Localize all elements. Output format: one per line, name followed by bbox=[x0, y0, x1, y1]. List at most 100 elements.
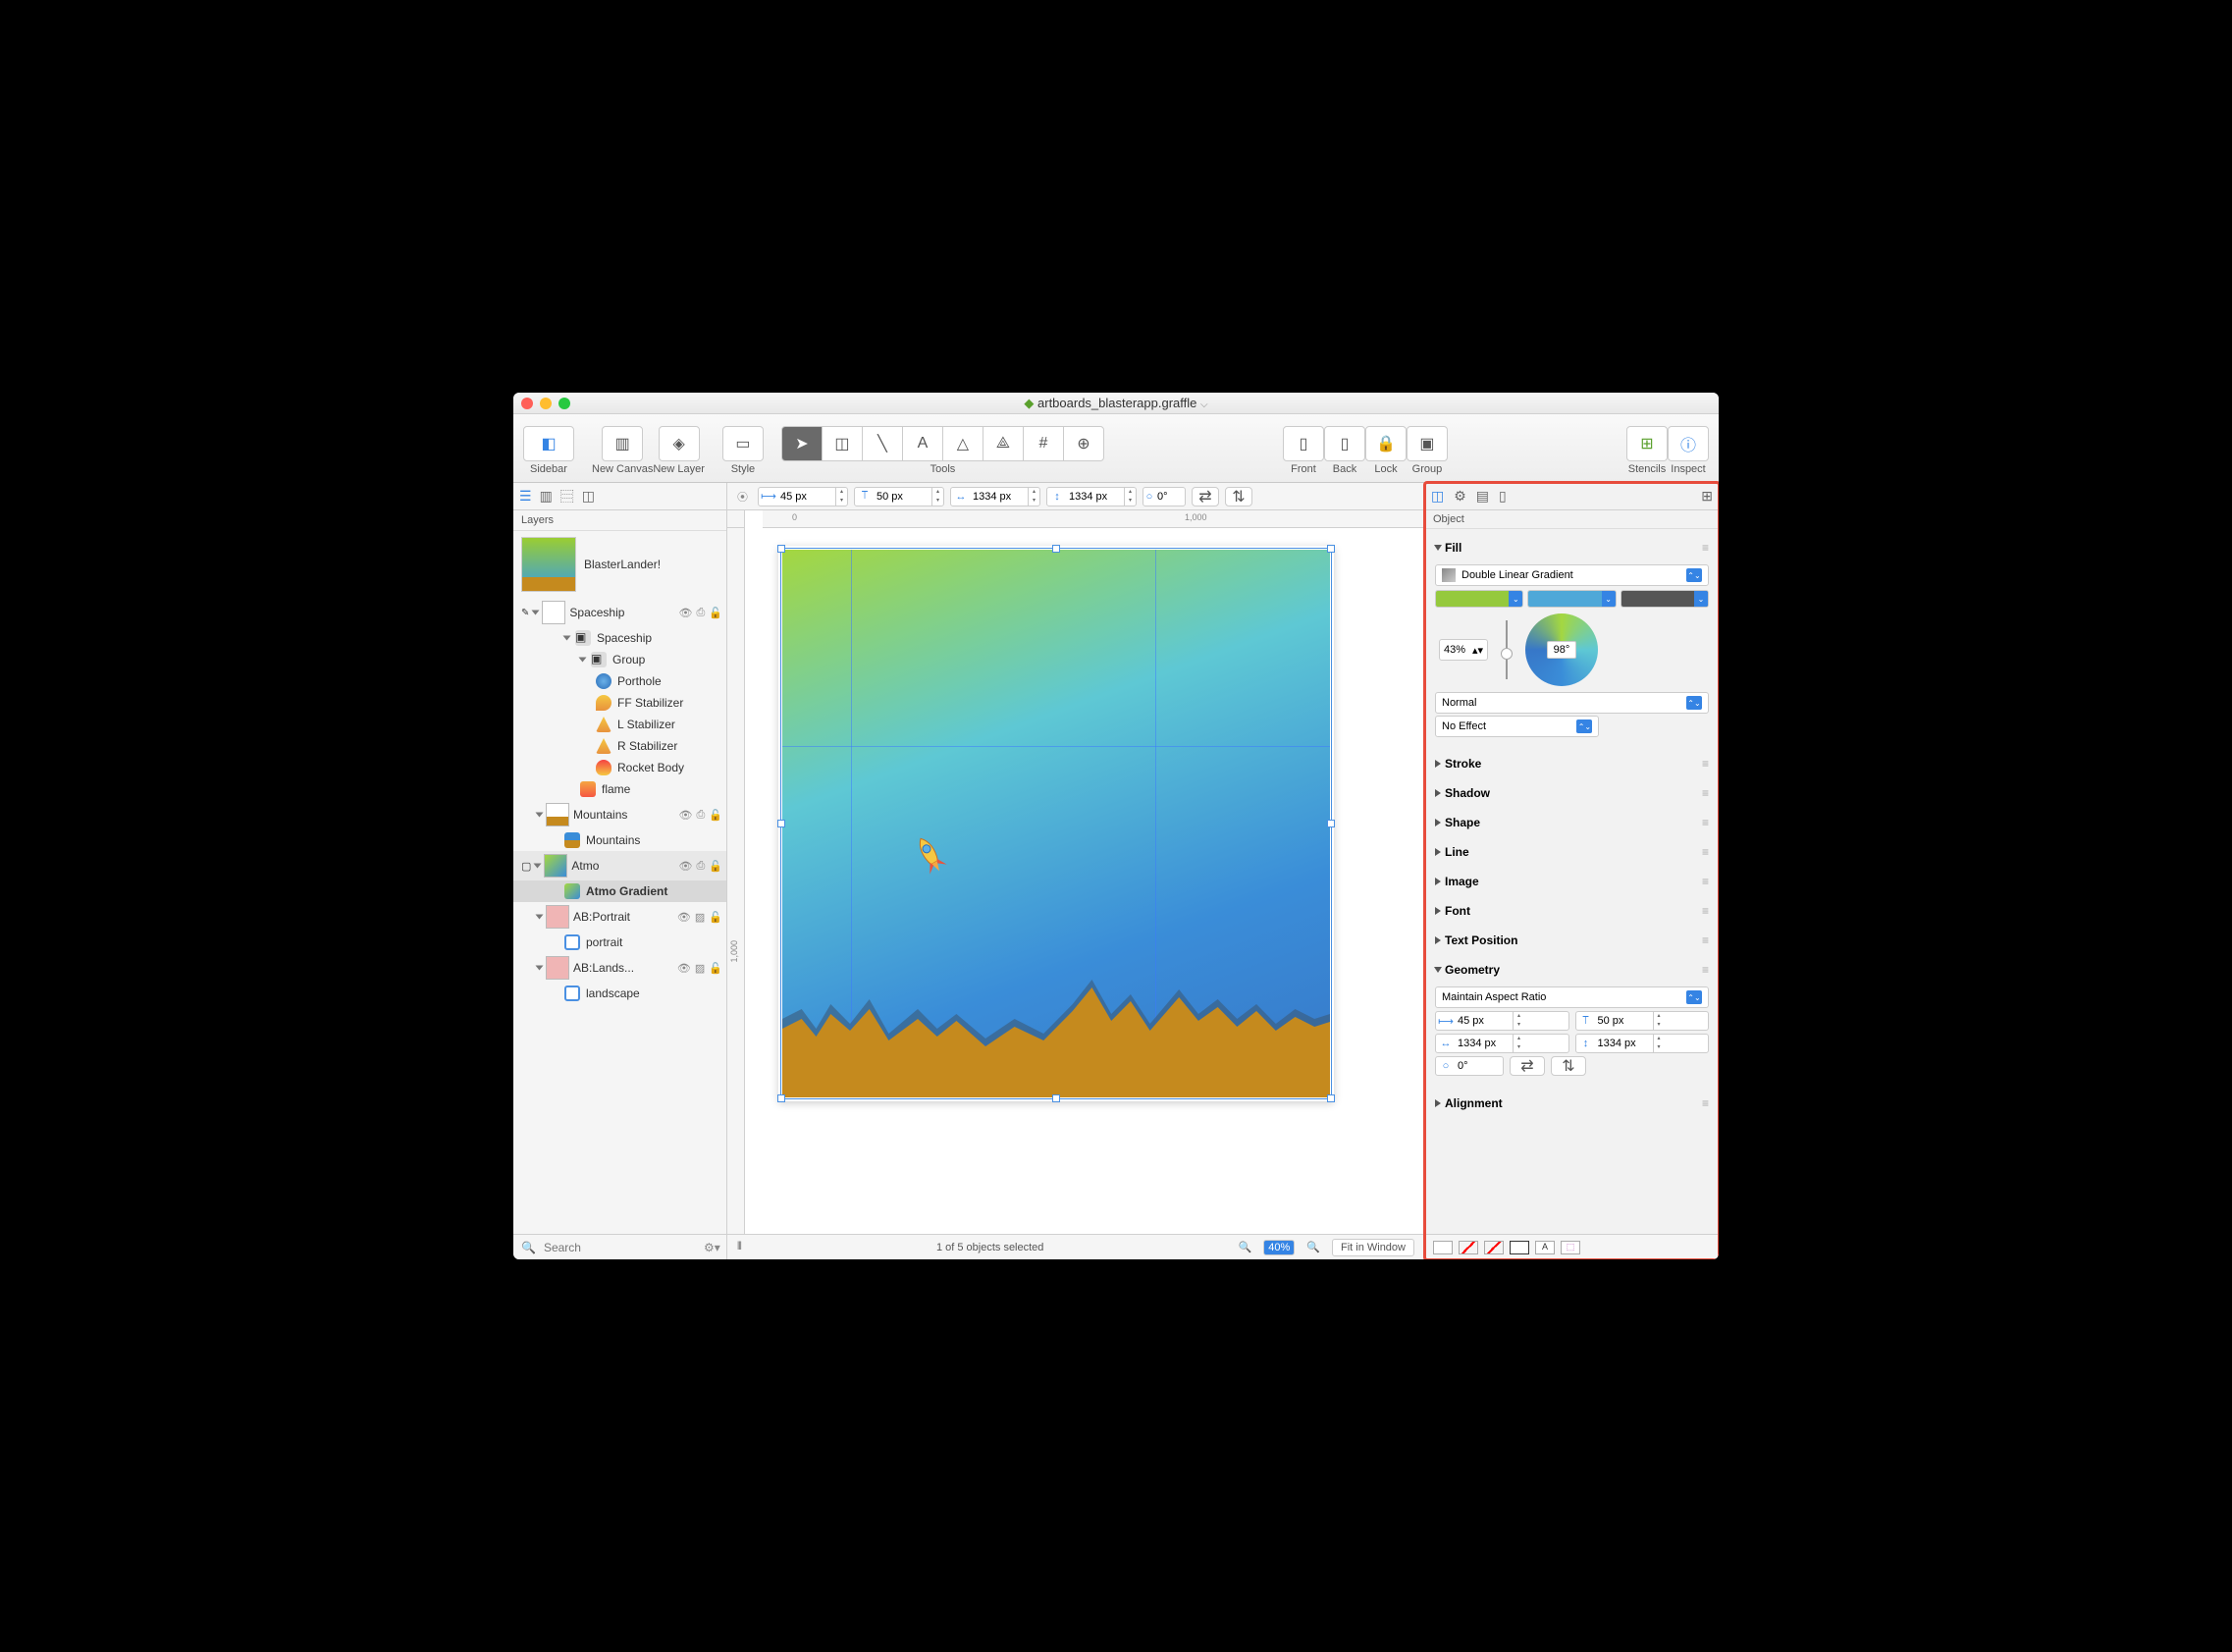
geo-height-field[interactable]: ↕▴▾ bbox=[1575, 1034, 1710, 1053]
grip-icon[interactable]: ≡ bbox=[1702, 875, 1709, 888]
style-well-shape[interactable] bbox=[1510, 1241, 1529, 1254]
stencils-button[interactable]: ⊞ bbox=[1626, 426, 1668, 461]
x-field[interactable]: ⟼▴▾ bbox=[758, 487, 848, 506]
gradient-color-1[interactable]: ⌄ bbox=[1435, 590, 1523, 608]
style-button[interactable]: ▭ bbox=[722, 426, 764, 461]
disclosure-icon[interactable] bbox=[563, 636, 571, 641]
style-well-shadow[interactable] bbox=[1484, 1241, 1504, 1254]
image-section-header[interactable]: Image≡ bbox=[1435, 869, 1709, 894]
tree-item[interactable]: flame bbox=[513, 778, 726, 800]
sidebar-toggle-button[interactable]: ◧ bbox=[523, 426, 574, 461]
origin-icon[interactable]: ⦿ bbox=[733, 489, 752, 505]
gradient-angle-wheel[interactable]: 98° bbox=[1525, 613, 1598, 686]
text-position-section-header[interactable]: Text Position≡ bbox=[1435, 928, 1709, 953]
tree-item[interactable]: Porthole bbox=[513, 670, 726, 692]
disclosure-icon[interactable] bbox=[536, 813, 544, 818]
zoom-out-icon[interactable]: 🔍 bbox=[1239, 1241, 1252, 1253]
gradient-color-3[interactable]: ⌄ bbox=[1621, 590, 1709, 608]
tree-item[interactable]: L Stabilizer bbox=[513, 714, 726, 735]
unlock-icon[interactable]: 🔓 bbox=[709, 911, 722, 924]
gradient-position-field[interactable]: 43%▴▾ bbox=[1439, 639, 1488, 661]
group-button[interactable]: ▣ bbox=[1407, 426, 1448, 461]
grip-icon[interactable]: ≡ bbox=[1702, 1096, 1709, 1110]
grip-icon[interactable]: ≡ bbox=[1702, 904, 1709, 918]
style-well-all[interactable]: ⬚ bbox=[1561, 1241, 1580, 1254]
print-icon[interactable]: ⎙ bbox=[696, 809, 705, 822]
resize-handle-n[interactable] bbox=[1052, 545, 1060, 553]
layers-tab-icon[interactable]: ☰ bbox=[519, 488, 532, 505]
layer-row-mountains[interactable]: Mountains 👁⎙🔓 bbox=[513, 800, 726, 829]
shadow-section-header[interactable]: Shadow≡ bbox=[1435, 780, 1709, 806]
geo-y-field[interactable]: ⟙▴▾ bbox=[1575, 1011, 1710, 1031]
tree-item[interactable]: portrait bbox=[513, 932, 726, 953]
flip-v-button[interactable]: ⇅ bbox=[1225, 487, 1252, 506]
disclosure-icon[interactable] bbox=[534, 864, 542, 869]
style-well-fill[interactable] bbox=[1433, 1241, 1453, 1254]
diagram-tool[interactable]: ⟁ bbox=[983, 426, 1024, 461]
gradient-slider[interactable] bbox=[1506, 620, 1508, 679]
guides-tab-icon[interactable]: ▥ bbox=[540, 488, 553, 505]
disclosure-icon[interactable] bbox=[536, 915, 544, 920]
grip-icon[interactable]: ≡ bbox=[1702, 933, 1709, 947]
unlock-icon[interactable]: 🔓 bbox=[709, 860, 722, 873]
style-well-stroke[interactable] bbox=[1459, 1241, 1478, 1254]
outline-tab-icon[interactable]: ⿳ bbox=[560, 487, 574, 506]
line-section-header[interactable]: Line≡ bbox=[1435, 839, 1709, 865]
eye-icon[interactable]: 👁 bbox=[677, 911, 691, 924]
grip-icon[interactable]: ≡ bbox=[1702, 786, 1709, 800]
layer-row-atmo[interactable]: ▢ Atmo 👁⎙🔓 bbox=[513, 851, 726, 880]
width-field[interactable]: ↔▴▾ bbox=[950, 487, 1040, 506]
artboard[interactable] bbox=[778, 546, 1334, 1101]
height-field[interactable]: ↕▴▾ bbox=[1046, 487, 1137, 506]
text-tool[interactable]: A bbox=[902, 426, 943, 461]
canvas-tab-icon[interactable]: ▤ bbox=[1476, 488, 1489, 505]
resize-handle-s[interactable] bbox=[1052, 1094, 1060, 1102]
flip-h-button[interactable]: ⇄ bbox=[1510, 1056, 1545, 1076]
grid-tab-icon[interactable]: ⊞ bbox=[1701, 488, 1713, 505]
resize-handle-se[interactable] bbox=[1327, 1094, 1335, 1102]
tree-item[interactable]: ▣Group bbox=[513, 649, 726, 670]
resize-handle-ne[interactable] bbox=[1327, 545, 1335, 553]
zoom-in-icon[interactable]: 🔍 bbox=[1306, 1241, 1320, 1253]
resize-handle-nw[interactable] bbox=[777, 545, 785, 553]
selection-tool[interactable]: ➤ bbox=[781, 426, 823, 461]
disclosure-icon[interactable] bbox=[532, 611, 540, 615]
tree-item-selected[interactable]: Atmo Gradient bbox=[513, 880, 726, 902]
unlock-icon[interactable]: 🔓 bbox=[709, 962, 722, 975]
canvas-viewport[interactable] bbox=[745, 528, 1424, 1234]
zoom-select[interactable]: 40% bbox=[1263, 1240, 1295, 1255]
shape-tool[interactable]: ◫ bbox=[822, 426, 863, 461]
disclosure-icon[interactable] bbox=[579, 658, 587, 663]
unlock-icon[interactable]: 🔓 bbox=[709, 607, 722, 619]
object-tab-icon[interactable]: ◫ bbox=[1431, 488, 1444, 505]
alignment-section-header[interactable]: Alignment≡ bbox=[1435, 1091, 1709, 1116]
flip-v-button[interactable]: ⇅ bbox=[1551, 1056, 1586, 1076]
geo-x-field[interactable]: ⟼▴▾ bbox=[1435, 1011, 1569, 1031]
grip-icon[interactable]: ≡ bbox=[1702, 963, 1709, 977]
fill-section-header[interactable]: Fill≡ bbox=[1435, 535, 1709, 560]
geo-rotation-field[interactable]: ○ bbox=[1435, 1056, 1504, 1076]
disclosure-icon[interactable] bbox=[536, 966, 544, 971]
aspect-ratio-dropdown[interactable]: Maintain Aspect Ratio⌃⌄ bbox=[1435, 986, 1709, 1008]
grip-icon[interactable]: ≡ bbox=[1702, 757, 1709, 771]
pen-tool[interactable]: △ bbox=[942, 426, 983, 461]
horizontal-ruler[interactable]: 0 1,000 bbox=[763, 510, 1424, 528]
lock-button[interactable]: 🔒 bbox=[1365, 426, 1407, 461]
resize-handle-w[interactable] bbox=[777, 820, 785, 827]
grid-tool[interactable]: # bbox=[1023, 426, 1064, 461]
stroke-section-header[interactable]: Stroke≡ bbox=[1435, 751, 1709, 776]
rotation-field[interactable]: ○ bbox=[1143, 487, 1186, 506]
front-button[interactable]: ▯ bbox=[1283, 426, 1324, 461]
properties-tab-icon[interactable]: ⚙ bbox=[1454, 488, 1466, 505]
panel-toggle-icon[interactable]: ⦀ bbox=[737, 1241, 742, 1253]
layer-row-ab-landscape[interactable]: AB:Lands... 👁▨🔓 bbox=[513, 953, 726, 983]
tree-item[interactable]: R Stabilizer bbox=[513, 735, 726, 757]
artboard-layer-icon[interactable]: ▨ bbox=[695, 962, 705, 975]
artboard-layer-icon[interactable]: ▨ bbox=[695, 911, 705, 924]
style-well-text[interactable]: A bbox=[1535, 1241, 1555, 1254]
grip-icon[interactable]: ≡ bbox=[1702, 816, 1709, 829]
font-section-header[interactable]: Font≡ bbox=[1435, 898, 1709, 924]
grip-icon[interactable]: ≡ bbox=[1702, 541, 1709, 555]
blend-mode-dropdown[interactable]: Normal⌃⌄ bbox=[1435, 692, 1709, 714]
grip-icon[interactable]: ≡ bbox=[1702, 845, 1709, 859]
